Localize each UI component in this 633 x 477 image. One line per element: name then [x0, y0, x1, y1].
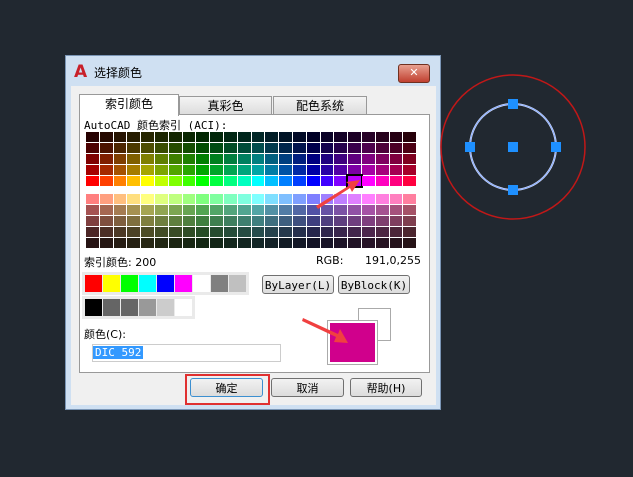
grip-icons — [465, 99, 561, 195]
arrow-annotation-icon — [302, 318, 348, 343]
tab-index-color[interactable]: 索引颜色 — [79, 94, 179, 116]
arrow-annotation-icon — [316, 180, 360, 209]
annotation-layer — [302, 74, 586, 343]
